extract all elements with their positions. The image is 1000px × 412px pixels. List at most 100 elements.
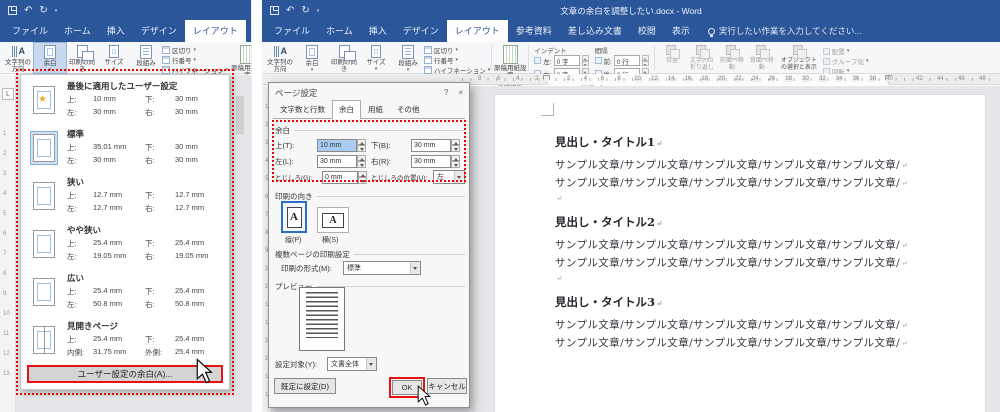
right-tab-7[interactable]: 差し込み文書	[560, 20, 630, 42]
spinner[interactable]	[357, 139, 366, 152]
paragraph-mark: ↵	[556, 194, 563, 203]
apply-to-select[interactable]: 文書全体	[327, 357, 377, 371]
portrait-tile[interactable]: A	[281, 201, 307, 233]
breaks-button[interactable]: 区切り▾	[162, 45, 228, 54]
tell-me-box[interactable]: 実行したい作業を入力してください...	[708, 25, 862, 42]
selection-pane-button[interactable]: オブジェクトの選択と表示	[779, 45, 819, 75]
columns-button[interactable]: 段組み▾	[392, 43, 424, 73]
genko-group: 原稿用紙設定 原稿用紙	[493, 43, 527, 73]
columns-button[interactable]: 段組み▾	[130, 43, 162, 73]
undo-icon[interactable]: ↶	[286, 6, 294, 16]
save-icon[interactable]	[270, 6, 279, 15]
dialog-help-button[interactable]: ?	[444, 88, 448, 97]
right-tab-6[interactable]: 参考資料	[508, 20, 560, 42]
undo-icon[interactable]: ↶	[24, 6, 32, 16]
spinner[interactable]	[357, 155, 366, 168]
document-line: ↵	[555, 192, 945, 205]
margin-preset-3[interactable]: 狭い上:12.7 mm下:12.7 mm左:12.7 mm右:12.7 mm	[21, 171, 229, 219]
chevron-down-icon	[366, 358, 376, 370]
margins-button[interactable]: 余白▾	[296, 43, 328, 73]
size-button[interactable]: サイズ▾	[98, 43, 130, 72]
save-icon[interactable]	[8, 6, 17, 15]
portrait-page-icon: A	[287, 207, 302, 228]
right-tab-8[interactable]: 校閲	[630, 20, 664, 42]
dialog-tab-2[interactable]: 余白	[332, 100, 361, 119]
margin-preset-list: ★最後に適用したユーザー設定上:10 mm下:30 mm左:30 mm右:30 …	[21, 75, 229, 363]
wrap-text-button[interactable]: 文字列の折り返し	[689, 45, 715, 75]
spinner[interactable]	[451, 155, 460, 168]
paragraph-mark: ↵	[901, 259, 908, 268]
line-numbers-button[interactable]: 行番号▾	[162, 55, 228, 64]
genko-settings-button[interactable]: 原稿用紙設定	[230, 43, 252, 79]
margin-preset-1[interactable]: ★最後に適用したユーザー設定上:10 mm下:30 mm左:30 mm右:30 …	[21, 75, 229, 123]
document-page[interactable]: 見出し・タイトル1↵サンプル文章/サンプル文章/サンプル文章/サンプル文章/サン…	[495, 95, 985, 412]
qat-customize-icon[interactable]: ▾	[55, 8, 58, 14]
send-backward-button[interactable]: 背面へ移動	[749, 45, 775, 75]
dialog-close-button[interactable]: ×	[458, 88, 463, 97]
document-line: サンプル文章/サンプル文章/サンプル文章/サンプル文章/サンプル文章/↵	[555, 157, 945, 172]
indent-left-field[interactable]: 左: 0 字	[534, 55, 588, 66]
left-tab-3[interactable]: 挿入	[99, 20, 133, 42]
set-as-default-button[interactable]: 既定に設定(D)	[274, 378, 336, 394]
right-tab-4[interactable]: デザイン	[395, 20, 447, 42]
group-button[interactable]: グループ化▾	[823, 57, 869, 65]
right-tab-2[interactable]: ホーム	[318, 20, 361, 42]
margins-button[interactable]: 余白▾	[34, 43, 66, 73]
gutter-input[interactable]: 0 mm	[322, 171, 358, 184]
bring-forward-button[interactable]: 前面へ移動	[719, 45, 745, 75]
right-tab-1[interactable]: ファイル	[266, 20, 318, 42]
bottom-margin-input[interactable]: 30 mm	[411, 139, 451, 152]
gutter-position-select[interactable]: 左	[433, 170, 465, 184]
dialog-tab-4[interactable]: その他	[390, 100, 427, 118]
position-button[interactable]: 位置	[659, 45, 685, 75]
document-text: 見出し・タイトル1↵サンプル文章/サンプル文章/サンプル文章/サンプル文章/サン…	[555, 125, 945, 352]
margin-preset-4[interactable]: やや狭い上:25.4 mm下:25.4 mm左:19.05 mm右:19.05 …	[21, 219, 229, 267]
left-scrollbar-thumb[interactable]	[236, 96, 244, 134]
left-tab-4[interactable]: デザイン	[133, 20, 185, 42]
hyphenation-button[interactable]: ハイフネーション▾	[162, 65, 228, 74]
align-button[interactable]: 配置▾	[823, 47, 869, 55]
right-tab-9[interactable]: 表示	[664, 20, 698, 42]
spinner[interactable]	[642, 55, 649, 66]
hyphenation-button[interactable]: ハイフネーション▾	[424, 65, 490, 74]
right-tab-5[interactable]: レイアウト	[447, 20, 508, 42]
spacing-before-field[interactable]: 前: 0 行	[595, 55, 649, 66]
page-setup-group: 文字列の方向▾ 余白▾ 印刷の向き▾ サイズ▾	[2, 43, 228, 73]
dialog-tab-3[interactable]: 用紙	[361, 100, 390, 118]
left-margin-input[interactable]: 30 mm	[317, 155, 357, 168]
margin-preset-6[interactable]: 見開きページ上:25.4 mm下:25.4 mm内側:31.75 mm外側:25…	[21, 315, 229, 363]
custom-margins-button[interactable]: ユーザー設定の余白(A)...	[27, 365, 223, 383]
spinner[interactable]	[451, 139, 460, 152]
tab-stop-selector[interactable]: L	[2, 88, 14, 100]
left-tab-1[interactable]: ファイル	[4, 20, 56, 42]
dialog-tab-1[interactable]: 文字数と行数	[273, 100, 332, 118]
spinner[interactable]	[358, 171, 367, 184]
wrap-text-icon	[696, 45, 708, 57]
document-line: サンプル文章/サンプル文章/サンプル文章/サンプル文章/サンプル文章/↵	[555, 317, 945, 332]
document-line: ↵	[555, 272, 945, 285]
margins-icon	[306, 45, 318, 59]
breaks-button[interactable]: 区切り▾	[424, 45, 490, 54]
text-direction-icon	[11, 45, 25, 58]
preset-name: 最後に適用したユーザー設定	[67, 80, 223, 92]
top-margin-input[interactable]: 10 mm	[317, 139, 357, 152]
margin-preset-2[interactable]: 標準上:35.01 mm下:30 mm左:30 mm右:30 mm	[21, 123, 229, 171]
right-margin-input[interactable]: 30 mm	[411, 155, 451, 168]
genko-page-icon	[240, 45, 252, 64]
right-tab-3[interactable]: 挿入	[361, 20, 395, 42]
landscape-tile[interactable]: A	[317, 207, 349, 233]
print-format-select[interactable]: 標準	[343, 261, 421, 275]
qat-customize-icon[interactable]: ▾	[317, 8, 320, 14]
size-button[interactable]: サイズ▾	[360, 43, 392, 72]
align-icon	[823, 48, 830, 55]
left-tab-6[interactable]: 参考資料	[246, 20, 252, 42]
paragraph-mark: ↵	[901, 241, 908, 250]
spinner[interactable]	[582, 55, 589, 66]
redo-icon[interactable]: ↻	[39, 6, 47, 16]
margin-preset-5[interactable]: 広い上:25.4 mm下:25.4 mm左:50.8 mm右:50.8 mm	[21, 267, 229, 315]
left-tab-2[interactable]: ホーム	[56, 20, 99, 42]
redo-icon[interactable]: ↻	[301, 6, 309, 16]
left-tab-5[interactable]: レイアウト	[185, 20, 246, 42]
cancel-button[interactable]: キャンセル	[427, 378, 467, 394]
line-numbers-button[interactable]: 行番号▾	[424, 55, 490, 64]
